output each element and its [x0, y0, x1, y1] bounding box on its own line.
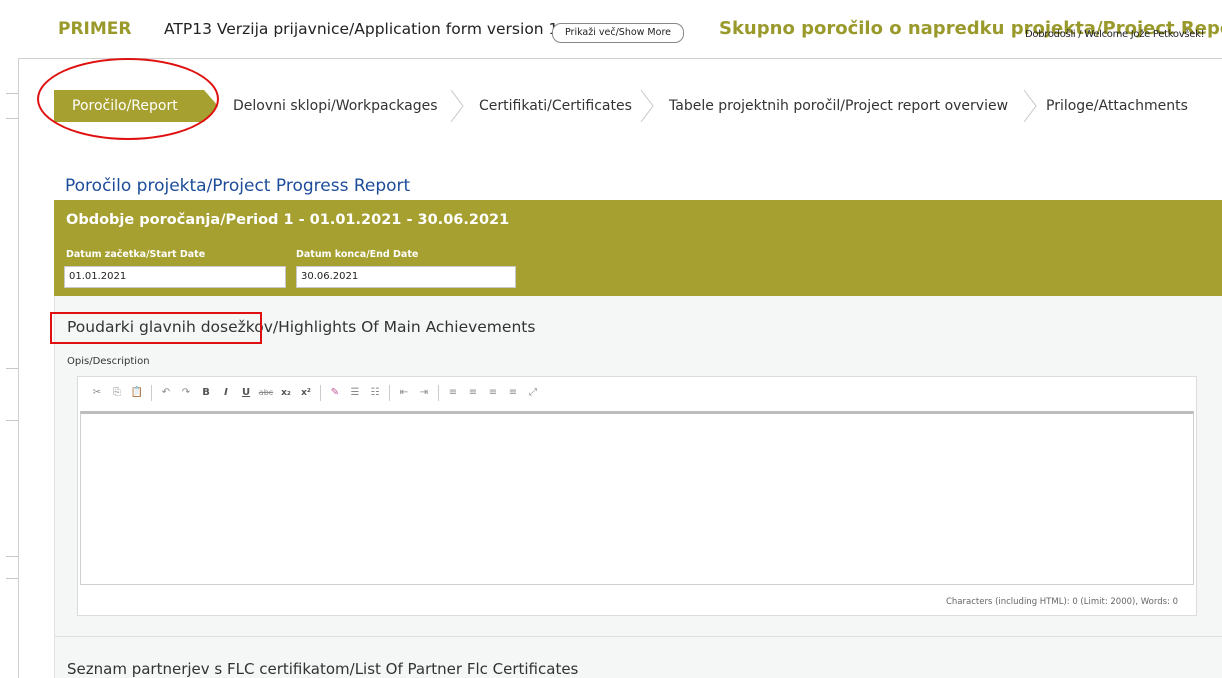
ordered-list-icon[interactable]: ☰ [346, 384, 364, 402]
paste-icon[interactable]: 📋 [128, 384, 146, 402]
bullet-list-icon[interactable]: ☷ [366, 384, 384, 402]
copy-icon[interactable]: ⎘ [108, 384, 126, 402]
start-date-label: Datum začetka/Start Date [66, 249, 206, 260]
tab-workpackages[interactable]: Delovni sklopi/Workpackages [233, 90, 438, 122]
tab-report[interactable]: Poročilo/Report [54, 90, 218, 122]
show-more-button[interactable]: Prikaži več/Show More [552, 23, 684, 43]
section-divider [55, 636, 1222, 637]
tab-report-label: Poročilo/Report [72, 98, 178, 114]
content-panel: Poudarki glavnih dosežkov/Highlights Of … [54, 296, 1222, 678]
start-date-field[interactable]: 01.01.2021 [64, 266, 286, 288]
tab-attachments-label: Priloge/Attachments [1046, 98, 1188, 114]
form-version-label: ATP13 Verzija prijavnice/Application for… [164, 20, 559, 38]
rich-text-editor: ✂ ⎘ 📋 ↶ ↷ B I U abc x₂ x² ✎ ☰ ☷ ⇤ ⇥ ≡ ≡ … [77, 376, 1197, 616]
period-panel: Obdobje poročanja/Period 1 - 01.01.2021 … [54, 200, 1222, 296]
period-title: Obdobje poročanja/Period 1 - 01.01.2021 … [66, 212, 510, 228]
tab-certificates[interactable]: Certifikati/Certificates [479, 90, 632, 122]
frame-tick [6, 578, 18, 579]
tab-separator-icon [1023, 90, 1037, 122]
character-counter: Characters (including HTML): 0 (Limit: 2… [945, 597, 1178, 607]
tab-separator-icon [450, 90, 464, 122]
frame-tick [6, 93, 18, 94]
toolbar-separator [320, 385, 321, 401]
report-tabs: Poročilo/Report Delovni sklopi/Workpacka… [54, 90, 1222, 122]
justify-icon[interactable]: ≡ [504, 384, 522, 402]
end-date-field[interactable]: 30.06.2021 [296, 266, 516, 288]
undo-icon[interactable]: ↶ [157, 384, 175, 402]
bold-button[interactable]: B [197, 384, 215, 402]
frame-tick [6, 118, 18, 119]
tab-project-report-overview[interactable]: Tabele projektnih poročil/Project report… [669, 90, 1008, 122]
highlights-title: Poudarki glavnih dosežkov/Highlights Of … [67, 318, 536, 336]
align-right-icon[interactable]: ≡ [484, 384, 502, 402]
welcome-user: Dobrodošli / Welcome Jože Petkovšek! [1025, 29, 1205, 40]
italic-button[interactable]: I [217, 384, 235, 402]
frame-top-rule [18, 58, 1222, 59]
frame-tick [6, 420, 18, 421]
toolbar-separator [438, 385, 439, 401]
toolbar-separator [389, 385, 390, 401]
outdent-icon[interactable]: ⇤ [395, 384, 413, 402]
strikethrough-button[interactable]: abc [257, 384, 275, 402]
brand-label: PRIMER [58, 19, 132, 39]
description-label: Opis/Description [67, 356, 150, 367]
underline-button[interactable]: U [237, 384, 255, 402]
end-date-label: Datum konca/End Date [296, 249, 419, 260]
frame-tick [6, 368, 18, 369]
tab-project-report-overview-label: Tabele projektnih poročil/Project report… [669, 98, 1009, 114]
toolbar-separator [151, 385, 152, 401]
description-textarea[interactable] [80, 411, 1194, 585]
tab-separator-icon [640, 90, 654, 122]
superscript-button[interactable]: x² [297, 384, 315, 402]
tab-workpackages-label: Delovni sklopi/Workpackages [233, 98, 438, 114]
redo-icon[interactable]: ↷ [177, 384, 195, 402]
align-center-icon[interactable]: ≡ [464, 384, 482, 402]
subscript-button[interactable]: x₂ [277, 384, 295, 402]
indent-icon[interactable]: ⇥ [415, 384, 433, 402]
align-left-icon[interactable]: ≡ [444, 384, 462, 402]
frame-left-rule [18, 58, 19, 678]
tab-attachments[interactable]: Priloge/Attachments [1046, 90, 1188, 122]
tab-certificates-label: Certifikati/Certificates [479, 98, 632, 114]
frame-tick [6, 556, 18, 557]
partner-certificates-title: Seznam partnerjev s FLC certifikatom/Lis… [67, 660, 579, 678]
top-bar: PRIMER ATP13 Verzija prijavnice/Applicat… [0, 0, 1222, 58]
cut-icon[interactable]: ✂ [88, 384, 106, 402]
maximize-icon[interactable]: ⤢ [524, 384, 542, 402]
page-title: Poročilo projekta/Project Progress Repor… [65, 176, 411, 196]
remove-format-icon[interactable]: ✎ [326, 384, 344, 402]
editor-toolbar: ✂ ⎘ 📋 ↶ ↷ B I U abc x₂ x² ✎ ☰ ☷ ⇤ ⇥ ≡ ≡ … [78, 377, 1196, 409]
